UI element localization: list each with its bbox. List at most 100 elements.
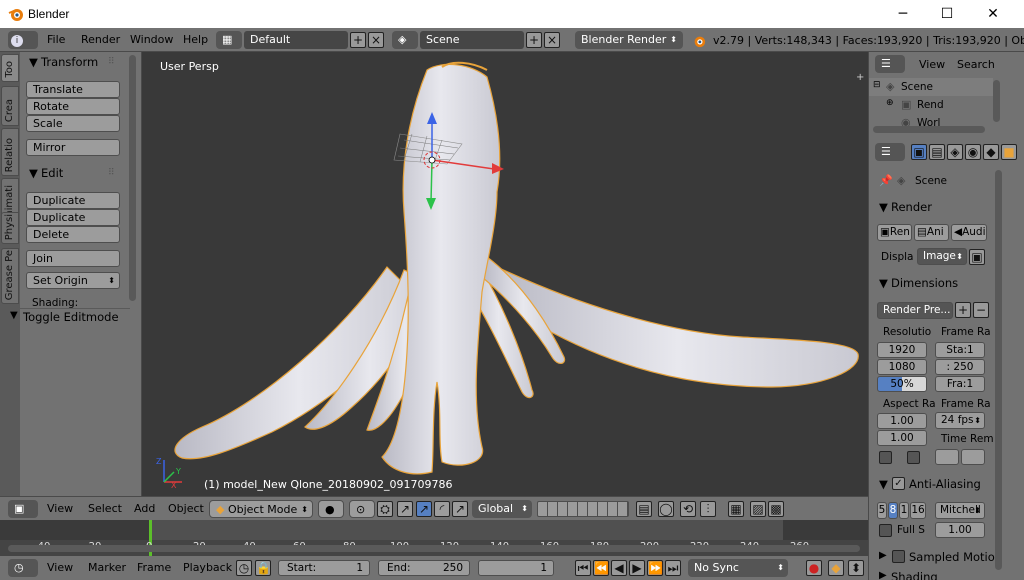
maximize-button[interactable]: ☐ — [924, 0, 970, 28]
menu-marker[interactable]: Marker — [88, 561, 126, 574]
aa-filter-dropdown[interactable]: Mitchell ⬍ — [935, 502, 985, 519]
expand-icon[interactable]: ⊕ — [886, 98, 894, 108]
keying-set-icon[interactable]: ⬍ — [848, 560, 864, 576]
keyframe-icon[interactable]: ◆ — [828, 560, 844, 576]
menu-view[interactable]: View — [47, 502, 73, 515]
duplicate-button[interactable]: Duplicate — [26, 192, 120, 209]
dimensions-panel-header[interactable]: Dimensions — [891, 276, 958, 290]
play-reverse-icon[interactable]: ◀ — [611, 560, 627, 576]
crop-checkbox[interactable] — [907, 451, 920, 464]
motion-blur-checkbox[interactable] — [892, 550, 905, 563]
manipulator-translate-active-icon[interactable]: ↗ — [416, 501, 432, 517]
frame-step-field[interactable]: Fra:1 — [935, 376, 985, 392]
mirror-button[interactable]: Mirror — [26, 139, 120, 156]
full-sample-checkbox[interactable] — [879, 524, 892, 537]
tab-grease-pencil[interactable]: Grease Pe — [1, 248, 19, 304]
delete-scene-button[interactable]: × — [544, 32, 560, 48]
snap-target-icon[interactable]: ▦ — [728, 501, 744, 517]
jump-next-keyframe-icon[interactable]: ⏩ — [647, 560, 663, 576]
proportional-edit-icon[interactable]: ◯ — [658, 501, 674, 517]
editor-type-dropdown[interactable]: i — [8, 31, 38, 49]
manipulator-toggle[interactable]: ⛭ — [377, 501, 393, 517]
layout-name-field[interactable]: Default — [244, 31, 348, 49]
outliner-scrollbar-v[interactable] — [993, 80, 1000, 122]
outliner-row[interactable]: ⊟ ◈ Scene — [869, 78, 993, 96]
menu-view[interactable]: View — [47, 561, 73, 574]
menu-render[interactable]: Render — [81, 33, 120, 46]
layout-icon-dropdown[interactable]: ▦ — [216, 31, 242, 49]
tab-create[interactable]: Crea — [1, 86, 19, 126]
panel-collapse-icon[interactable]: ▼ — [29, 55, 38, 69]
properties-scrollbar[interactable] — [995, 170, 1002, 570]
start-frame-field[interactable]: Start: 1 — [278, 560, 370, 576]
editor-type-dropdown[interactable]: ◷ — [8, 559, 38, 577]
object-tab-icon[interactable]: ◆ — [983, 144, 999, 160]
add-scene-button[interactable]: + — [526, 32, 542, 48]
model-mesh[interactable]: X Y Z — [142, 52, 868, 496]
render-opengl-icon[interactable]: ▨ — [750, 501, 766, 517]
delete-layout-button[interactable]: × — [368, 32, 384, 48]
collapse-icon[interactable]: ⊟ — [873, 80, 881, 90]
render-tab-icon[interactable]: ▣ — [911, 144, 927, 160]
aspect-y-field[interactable]: 1.00 — [877, 430, 927, 446]
editor-type-dropdown[interactable]: ☰ — [875, 143, 905, 161]
set-origin-dropdown[interactable]: Set Origin ⬍ — [26, 272, 120, 289]
preview-range-icon[interactable]: ◷ — [236, 560, 252, 576]
lock-interface-icon[interactable]: ▣ — [969, 249, 985, 265]
scene-tab-icon[interactable]: ◈ — [947, 144, 963, 160]
snap-toggle-icon[interactable]: ⟲ — [680, 501, 696, 517]
time-remap-new-field[interactable] — [961, 449, 985, 465]
jump-prev-keyframe-icon[interactable]: ⏪ — [593, 560, 609, 576]
render-animation-button[interactable]: ▤Ani — [914, 224, 949, 241]
join-button[interactable]: Join — [26, 250, 120, 267]
fps-dropdown[interactable]: 24 fps ⬍ — [935, 412, 985, 429]
timeline[interactable]: -40 -20 0 20 40 60 80 100 120 140 160 18… — [0, 520, 868, 556]
panel-expand-icon[interactable]: ▶ — [879, 550, 887, 561]
menu-frame[interactable]: Frame — [137, 561, 171, 574]
scene-icon-dropdown[interactable]: ◈ — [392, 31, 418, 49]
menu-help[interactable]: Help — [183, 33, 208, 46]
panel-collapse-icon[interactable]: ▼ — [879, 276, 888, 290]
jump-end-icon[interactable]: ⏭ — [665, 560, 681, 576]
render-image-button[interactable]: ▣Ren — [877, 224, 912, 241]
editor-type-dropdown[interactable]: ▣ — [8, 500, 38, 518]
menu-window[interactable]: Window — [130, 33, 173, 46]
drag-handle-icon[interactable]: ⠿ — [108, 57, 115, 67]
menu-file[interactable]: File — [47, 33, 65, 46]
render-layers-tab-icon[interactable]: ▤ — [929, 144, 945, 160]
border-checkbox[interactable] — [879, 451, 892, 464]
manipulator-rotate-icon[interactable]: ◜ — [434, 501, 450, 517]
filter-size-field[interactable]: 1.00 — [935, 522, 985, 538]
world-tab-icon[interactable]: ◉ — [965, 144, 981, 160]
toggle-editmode-header[interactable]: Toggle Editmode — [23, 310, 119, 324]
snap-element-icon[interactable]: ⫶ — [700, 501, 716, 517]
menu-object[interactable]: Object — [168, 502, 204, 515]
jump-start-icon[interactable]: ⏮ — [575, 560, 591, 576]
scene-name-field[interactable]: Scene — [420, 31, 524, 49]
shading-dropdown[interactable]: ● — [318, 500, 344, 518]
record-icon[interactable]: ● — [806, 560, 822, 576]
menu-view[interactable]: View — [919, 58, 945, 71]
layer-buttons[interactable] — [537, 501, 629, 517]
editor-type-dropdown[interactable]: ☰ — [875, 55, 905, 73]
frame-end-field[interactable]: : 250 — [935, 359, 985, 375]
render-engine-dropdown[interactable]: Blender Render ⬍ — [575, 31, 683, 49]
panel-collapse-icon[interactable]: ▼ — [29, 166, 38, 180]
minimize-button[interactable]: ─ — [880, 0, 926, 28]
transform-panel-header[interactable]: Transform — [41, 55, 98, 69]
menu-search[interactable]: Search — [957, 58, 995, 71]
panel-collapse-icon[interactable]: ▼ — [10, 310, 18, 321]
time-remap-old-field[interactable] — [935, 449, 959, 465]
aspect-x-field[interactable]: 1.00 — [877, 413, 927, 429]
tab-tools[interactable]: Too — [1, 54, 19, 82]
current-frame-field[interactable]: 1 — [478, 560, 554, 576]
panel-expand-icon[interactable]: ▶ — [879, 570, 887, 580]
3d-viewport[interactable]: User Persp + X Y Z (1) model_New Qlone_2… — [142, 52, 868, 496]
end-frame-field[interactable]: End: 250 — [378, 560, 470, 576]
sampled-motion-blur-header[interactable]: Sampled Motion — [909, 550, 1002, 564]
pivot-dropdown[interactable]: ⊙ — [349, 500, 375, 518]
add-layout-button[interactable]: + — [350, 32, 366, 48]
panel-collapse-icon[interactable]: ▼ — [879, 200, 888, 214]
menu-playback[interactable]: Playback — [183, 561, 232, 574]
menu-select[interactable]: Select — [88, 502, 122, 515]
